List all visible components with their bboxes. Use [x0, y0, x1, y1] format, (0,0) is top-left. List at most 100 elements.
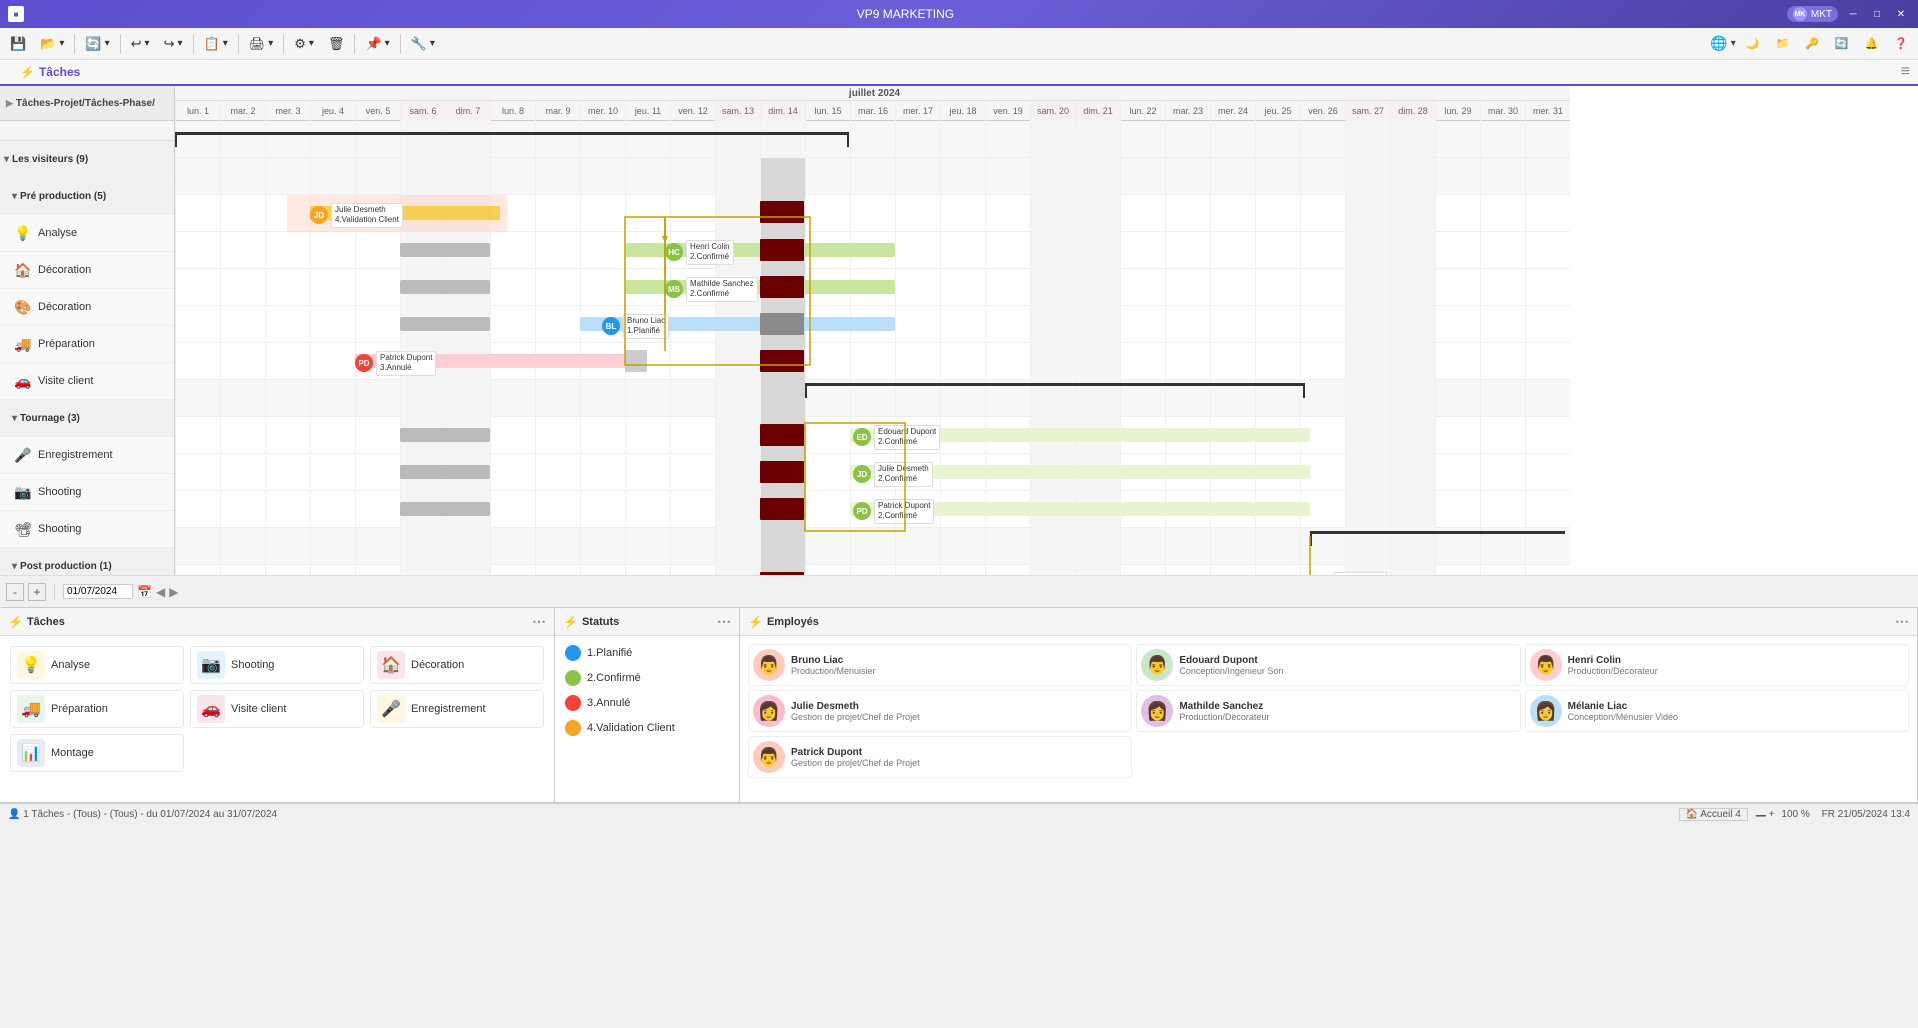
status-annule[interactable]: 3.Annulé: [561, 692, 733, 714]
tache-item-shooting[interactable]: 📷 Shooting: [190, 646, 364, 684]
day-1: lun. 1: [175, 101, 220, 121]
taches-panel-header: ⚡ Tâches ⋯: [0, 608, 554, 636]
nav-right-icon[interactable]: ▶: [169, 585, 178, 599]
minimize-button[interactable]: ─: [1844, 5, 1862, 23]
tab-taches[interactable]: ⚡ Tâches: [8, 60, 92, 86]
emp-julie[interactable]: 👩 Julie Desmeth Gestion de projet/Chef d…: [748, 690, 1132, 732]
tache-item-decoration[interactable]: 🏠 Décoration: [370, 646, 544, 684]
emp-edouard-avatar: 👨: [1141, 649, 1173, 681]
gantt-row-les-visiteurs: [175, 121, 1570, 158]
emp-melanie[interactable]: 👩 Mélanie Liac Conception/Ménusier Vidéo: [1525, 690, 1909, 732]
emp-bruno-avatar: 👨: [753, 649, 785, 681]
emp-edouard[interactable]: 👨 Edouard Dupont Conception/Ingénieur So…: [1136, 644, 1520, 686]
status-validation[interactable]: 4.Validation Client: [561, 717, 733, 739]
toolbar-help[interactable]: ❓: [1888, 31, 1914, 57]
group-post-production[interactable]: ▾ Post production (1): [0, 548, 174, 575]
emp-patrick[interactable]: 👨 Patrick Dupont Gestion de projet/Chef …: [748, 736, 1132, 778]
tache-analyse-icon: 💡: [17, 651, 45, 679]
toolbar-undo[interactable]: ↩▾: [125, 31, 156, 57]
toolbar-key[interactable]: 🔑: [1799, 31, 1825, 57]
employes-panel-menu[interactable]: ⋯: [1895, 613, 1909, 630]
tache-item-preparation[interactable]: 🚚 Préparation: [10, 690, 184, 728]
gantt-row-tournage: [175, 380, 1570, 417]
toolbar-redo[interactable]: ↪▾: [158, 31, 189, 57]
employes-panel-header: ⚡ Employés ⋯: [740, 608, 1917, 636]
toolbar-folder2[interactable]: 📁: [1769, 31, 1795, 57]
toolbar-save[interactable]: 💾: [4, 31, 32, 57]
task-analyse[interactable]: 💡 Analyse: [0, 215, 174, 252]
emp-edouard-info: Edouard Dupont Conception/Ingénieur Son: [1179, 655, 1515, 676]
zoom-out-btn[interactable]: -: [6, 583, 24, 601]
task-shooting-2[interactable]: 📽 Shooting: [0, 511, 174, 548]
zoom-plus[interactable]: +: [1769, 809, 1775, 820]
emp-mathilde[interactable]: 👩 Mathilde Sanchez Production/Décorateur: [1136, 690, 1520, 732]
group-les-visiteurs[interactable]: ▾ Les visiteurs (9): [0, 141, 174, 178]
emp-henri-avatar: 👨: [1530, 649, 1562, 681]
gantt-right-panel[interactable]: juillet 2024 lun. 1 mar. 2 mer. 3 jeu. 4…: [175, 86, 1918, 575]
user-badge: MK MKT: [1787, 6, 1838, 22]
gantt-row-decoration2: [175, 269, 1570, 306]
toolbar-settings[interactable]: ⚙▾: [288, 31, 320, 57]
emp-henri[interactable]: 👨 Henri Colin Production/Décorateur: [1525, 644, 1909, 686]
tache-item-visite[interactable]: 🚗 Visite client: [190, 690, 364, 728]
toolbar-view[interactable]: 📋▾: [198, 31, 234, 57]
day-5: ven. 5: [355, 101, 400, 121]
task-enregistrement[interactable]: 🎤 Enregistrement: [0, 437, 174, 474]
close-button[interactable]: ✕: [1892, 5, 1910, 23]
nav-left-icon[interactable]: ◀: [156, 585, 165, 599]
status-panel-icon: ⚡: [563, 615, 578, 629]
tab-header: ⚡ Tâches ≡: [0, 60, 1918, 86]
statusbar: 👤 1 Tâches - (Tous) - (Tous) - du 01/07/…: [0, 803, 1918, 825]
day-21: dim. 21: [1075, 101, 1120, 121]
task-shooting2-icon: 📽: [12, 518, 34, 540]
group-tournage[interactable]: ▾ Tournage (3): [0, 400, 174, 437]
taches-panel-menu[interactable]: ⋯: [532, 613, 546, 630]
lower-panels: ⚡ Tâches ⋯ 💡 Analyse 📷 Shooting 🏠 Dé: [0, 608, 1918, 803]
task-enregistrement-icon: 🎤: [12, 444, 34, 466]
tab-expand[interactable]: ≡: [1901, 63, 1910, 81]
status-confirme[interactable]: 2.Confirmé: [561, 667, 733, 689]
employes-panel: ⚡ Employés ⋯ 👨 Bruno Liac Production/Men…: [740, 608, 1918, 802]
zoom-out-status[interactable]: ─: [1756, 807, 1766, 823]
calendar-icon[interactable]: 📅: [137, 585, 152, 599]
gantt-row-enregistrement: [175, 417, 1570, 454]
toolbar-refresh[interactable]: 🔄▾: [79, 31, 115, 57]
titlebar-title: VP9 MARKETING: [857, 7, 954, 21]
emp-mathilde-info: Mathilde Sanchez Production/Décorateur: [1179, 701, 1515, 722]
status-panel-menu[interactable]: ⋯: [717, 613, 731, 630]
day-31: mer. 31: [1525, 101, 1570, 121]
gantt-header: juillet 2024 lun. 1 mar. 2 mer. 3 jeu. 4…: [175, 86, 1570, 121]
toolbar-link[interactable]: 📌▾: [359, 31, 395, 57]
task-decoration-2[interactable]: 🎨 Décoration: [0, 289, 174, 326]
day-8: lun. 8: [490, 101, 535, 121]
status-date: FR 21/05/2024 13:4: [1822, 809, 1910, 820]
status-planifie[interactable]: 1.Planifié: [561, 642, 733, 664]
restore-button[interactable]: □: [1868, 5, 1886, 23]
gantt-row-shooting1: [175, 454, 1570, 491]
emp-bruno[interactable]: 👨 Bruno Liac Production/Menuisier: [748, 644, 1132, 686]
toolbar-print[interactable]: 🖨▾: [243, 31, 280, 57]
task-preparation[interactable]: 🚚 Préparation: [0, 326, 174, 363]
day-24: mer. 24: [1210, 101, 1255, 121]
tache-enregistrement-icon: 🎤: [377, 695, 405, 723]
toolbar-open[interactable]: 📂▾: [34, 31, 70, 57]
task-decoration-1[interactable]: 🏠 Décoration: [0, 252, 174, 289]
task-visite-client[interactable]: 🚗 Visite client: [0, 363, 174, 400]
toolbar-sync[interactable]: 🔄: [1829, 31, 1855, 57]
tache-item-enregistrement[interactable]: 🎤 Enregistrement: [370, 690, 544, 728]
tache-item-montage[interactable]: 📊 Montage: [10, 734, 184, 772]
toolbar-tools[interactable]: 🔧▾: [405, 31, 441, 57]
app-logo: ■: [8, 6, 24, 22]
lp-header: ▶ Tâches-Projet/Tâches-Phase/: [0, 86, 174, 121]
toolbar-moon[interactable]: 🌙: [1740, 31, 1766, 57]
zoom-in-btn[interactable]: +: [28, 583, 46, 601]
group-pre-production[interactable]: ▾ Pré production (5): [0, 178, 174, 215]
task-shooting-1[interactable]: 📷 Shooting: [0, 474, 174, 511]
start-date-input[interactable]: [63, 584, 133, 599]
toolbar-delete[interactable]: 🗑: [322, 31, 351, 57]
taches-panel-body: 💡 Analyse 📷 Shooting 🏠 Décoration 🚚 Prép…: [0, 636, 554, 802]
day-27: sam. 27: [1345, 101, 1390, 121]
tache-item-analyse[interactable]: 💡 Analyse: [10, 646, 184, 684]
toolbar-bell[interactable]: 🔔: [1859, 31, 1885, 57]
gantt-body: JD Julie Desmeth4.Validation Client HC H…: [175, 121, 1570, 575]
